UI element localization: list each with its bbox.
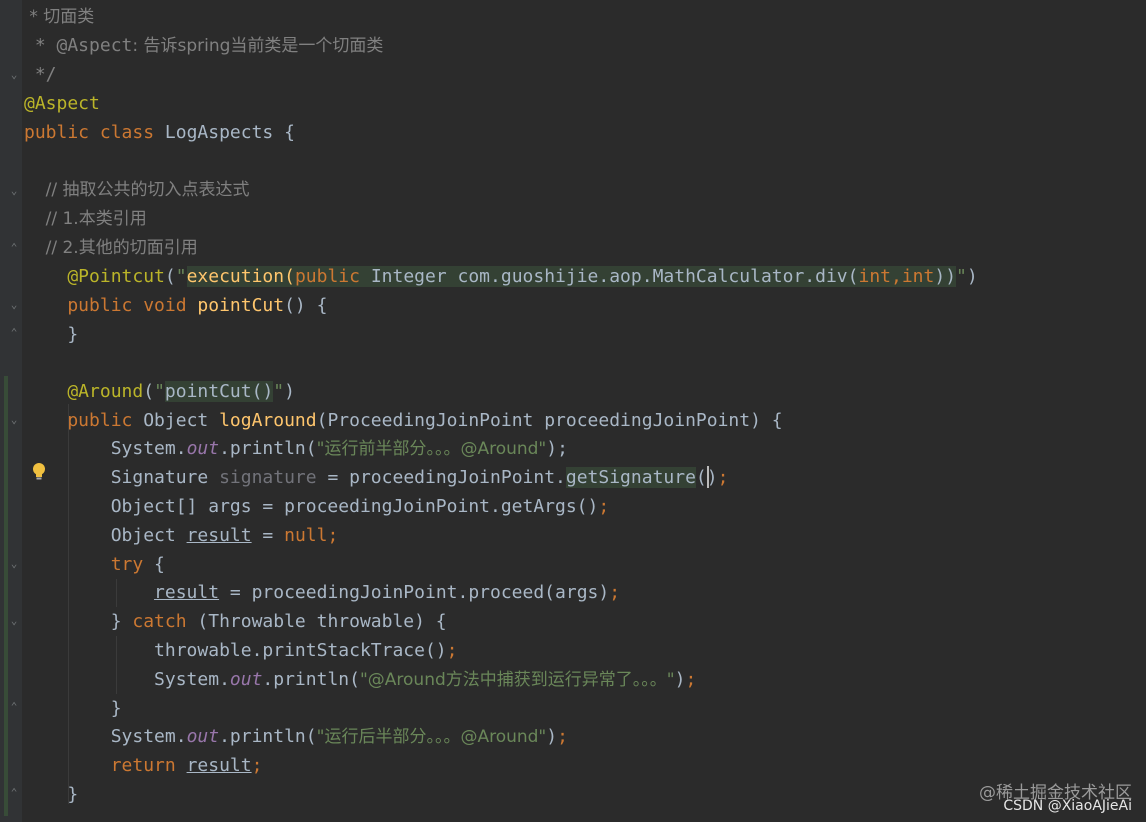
code-line-2[interactable]: * @Aspect: 告诉spring当前类是一个切面类 bbox=[24, 31, 384, 60]
class-name: LogAspects { bbox=[164, 122, 295, 143]
fold-marker-icon[interactable]: ⌄ bbox=[8, 413, 20, 427]
code-line-4[interactable]: @Aspect bbox=[24, 89, 100, 118]
code-line-11[interactable]: public void pointCut() { bbox=[24, 291, 327, 320]
line-comment: // 1.本类引用 bbox=[24, 209, 147, 229]
fold-marker-icon[interactable]: ⌄ bbox=[8, 298, 20, 312]
method-name: logAround bbox=[219, 410, 317, 431]
annotation: @Pointcut bbox=[24, 266, 165, 287]
pointcut-reference: pointCut() bbox=[164, 381, 274, 402]
code-line-24[interactable]: System.out.println("@Around方法中捕获到运行异常了。。… bbox=[24, 665, 696, 694]
code-line-5[interactable]: public class LogAspects { bbox=[24, 118, 295, 147]
reassigned-variable: result bbox=[186, 755, 252, 776]
fold-marker-icon[interactable]: ⌃ bbox=[8, 326, 20, 340]
doc-comment: * 切面类 bbox=[24, 7, 95, 27]
keyword: catch bbox=[132, 611, 187, 632]
code-line-22[interactable]: } catch (Throwable throwable) { bbox=[24, 607, 447, 636]
string-literal: "运行前半部分。。。@Around" bbox=[316, 439, 547, 459]
code-line-10[interactable]: @Pointcut("execution(public Integer com.… bbox=[24, 262, 978, 291]
code-line-25[interactable]: } bbox=[24, 694, 122, 723]
keyword: public bbox=[24, 410, 144, 431]
code-line-16[interactable]: System.out.println("运行前半部分。。。@Around"); bbox=[24, 434, 568, 463]
code-line-8[interactable]: // 1.本类引用 bbox=[24, 204, 147, 233]
fold-marker-icon[interactable]: ⌃ bbox=[8, 241, 20, 255]
keyword: public class bbox=[24, 122, 165, 143]
annotation: @Aspect bbox=[24, 93, 100, 114]
code-line-14[interactable]: @Around("pointCut()") bbox=[24, 377, 295, 406]
code-line-28[interactable]: } bbox=[24, 780, 78, 809]
code-line-20[interactable]: try { bbox=[24, 550, 165, 579]
code-line-17[interactable]: Signature signature = proceedingJoinPoin… bbox=[24, 463, 728, 492]
reassigned-variable: result bbox=[186, 525, 252, 546]
code-line-15[interactable]: public Object logAround(ProceedingJoinPo… bbox=[24, 406, 782, 435]
watermark-csdn: CSDN @XiaoAJieAi bbox=[1003, 798, 1132, 814]
pointcut-expression: execution(public Integer com.guoshijie.a… bbox=[186, 266, 957, 287]
code-line-3[interactable]: */ bbox=[24, 60, 57, 89]
code-line-1[interactable]: * 切面类 bbox=[24, 2, 94, 31]
line-comment: // 2.其他的切面引用 bbox=[24, 238, 198, 258]
fold-marker-icon[interactable]: ⌃ bbox=[8, 700, 20, 714]
method-call: getSignature bbox=[565, 467, 696, 488]
code-editor[interactable]: ⌄ ⌄ ⌃ ⌄ ⌃ ⌄ ⌄ ⌄ ⌃ ⌃ * 切面类 * @Aspect: 告诉s… bbox=[0, 0, 1146, 822]
fold-marker-icon[interactable]: ⌄ bbox=[8, 184, 20, 198]
code-line-27[interactable]: return result; bbox=[24, 751, 263, 780]
annotation: @Around bbox=[24, 381, 144, 402]
string-literal: "@Around方法中捕获到运行异常了。。。" bbox=[359, 670, 675, 690]
fold-marker-icon[interactable]: ⌄ bbox=[8, 68, 20, 82]
code-line-12[interactable]: } bbox=[24, 320, 78, 349]
code-line-26[interactable]: System.out.println("运行后半部分。。。@Around"); bbox=[24, 722, 568, 751]
fold-marker-icon[interactable]: ⌄ bbox=[8, 614, 20, 628]
keyword: return bbox=[24, 755, 187, 776]
doc-comment: * @Aspect bbox=[24, 35, 133, 56]
code-line-21[interactable]: result = proceedingJoinPoint.proceed(arg… bbox=[24, 578, 620, 607]
string-literal: "运行后半部分。。。@Around" bbox=[316, 727, 547, 747]
doc-comment: : 告诉spring当前类是一个切面类 bbox=[132, 36, 384, 56]
code-line-19[interactable]: Object result = null; bbox=[24, 521, 339, 550]
code-line-18[interactable]: Object[] args = proceedingJoinPoint.getA… bbox=[24, 492, 610, 521]
line-comment: // 抽取公共的切入点表达式 bbox=[24, 180, 250, 200]
reassigned-variable: result bbox=[154, 582, 220, 603]
keyword: public void bbox=[24, 295, 198, 316]
unused-variable: signature bbox=[219, 467, 317, 488]
code-line-23[interactable]: throwable.printStackTrace(); bbox=[24, 636, 457, 665]
code-line-7[interactable]: // 抽取公共的切入点表达式 bbox=[24, 175, 250, 204]
keyword: try bbox=[24, 554, 144, 575]
fold-marker-icon[interactable]: ⌃ bbox=[8, 786, 20, 800]
method-name: pointCut bbox=[197, 295, 285, 316]
vcs-change-marker[interactable] bbox=[4, 376, 8, 816]
doc-comment: */ bbox=[24, 64, 57, 85]
text-caret bbox=[707, 466, 709, 488]
fold-marker-icon[interactable]: ⌄ bbox=[8, 557, 20, 571]
code-line-9[interactable]: // 2.其他的切面引用 bbox=[24, 233, 198, 262]
